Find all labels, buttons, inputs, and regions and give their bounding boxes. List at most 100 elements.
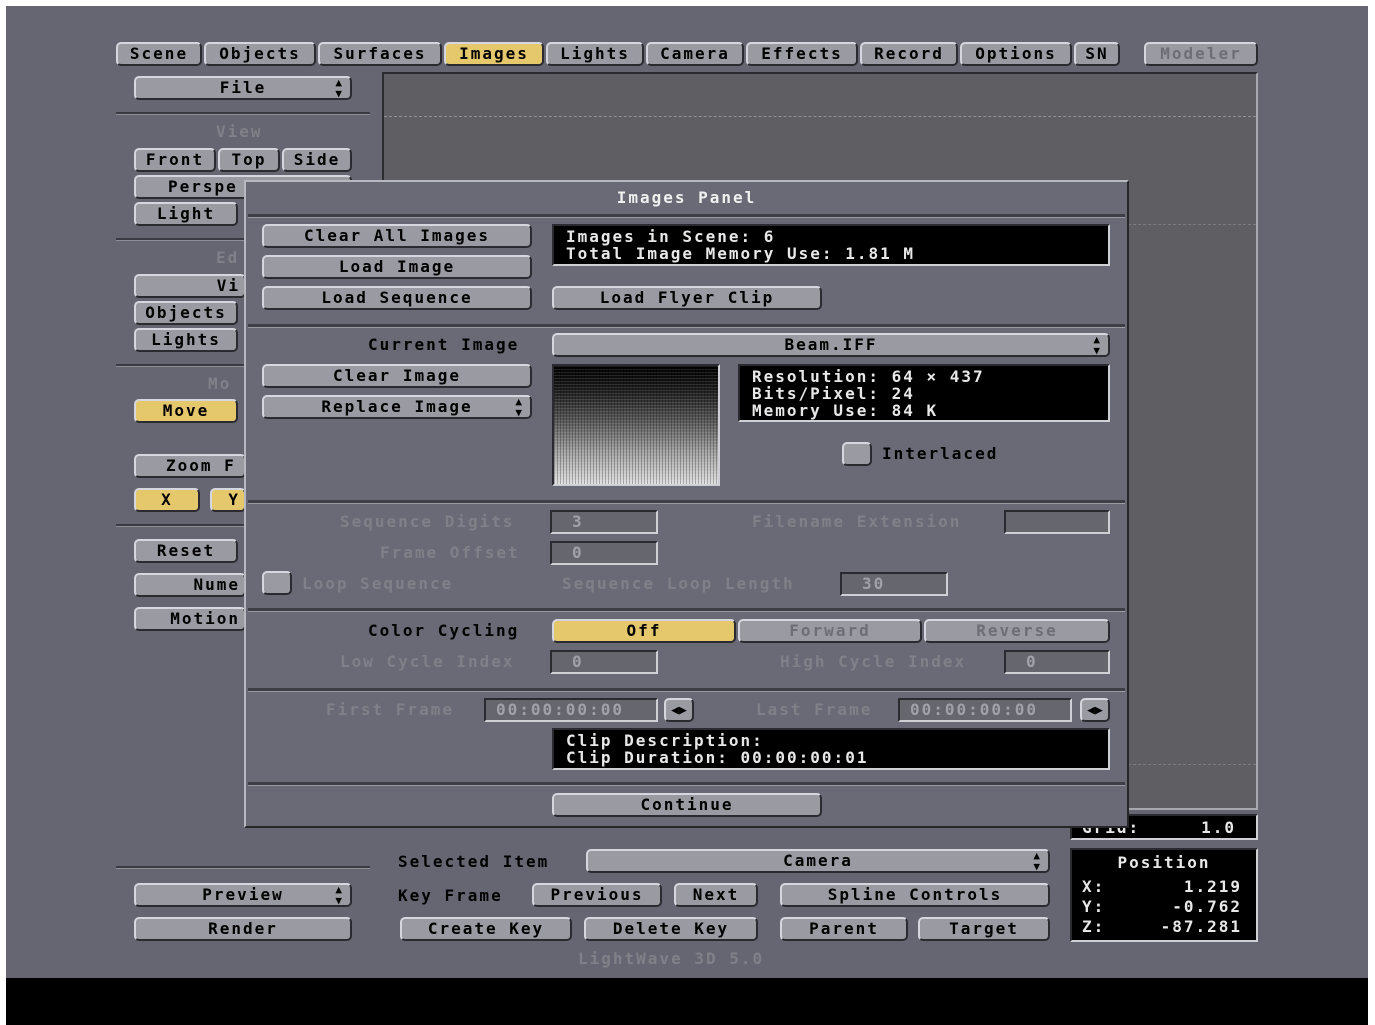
- current-image-label: Current Image: [368, 335, 520, 354]
- render-button[interactable]: Render: [134, 917, 352, 941]
- mode-label: Mo: [208, 374, 232, 393]
- file-label: File: [219, 78, 267, 97]
- delete-key-button[interactable]: Delete Key: [584, 917, 758, 941]
- view-top-button[interactable]: Top: [218, 148, 280, 172]
- panel-divider: [248, 214, 1125, 218]
- clear-image-button[interactable]: Clear Image: [262, 364, 532, 388]
- version-label: LightWave 3D 5.0: [578, 949, 765, 968]
- view-light-button[interactable]: Light: [134, 202, 238, 226]
- sequence-digits-field[interactable]: 3: [550, 510, 658, 534]
- clip-duration: Clip Duration: 00:00:00:01: [566, 748, 869, 767]
- target-button[interactable]: Target: [918, 917, 1050, 941]
- panel-divider: [248, 500, 1125, 504]
- reset-button[interactable]: Reset: [134, 539, 238, 563]
- color-cycling-off-button[interactable]: Off: [552, 619, 736, 643]
- grid-value: 1.0: [1201, 818, 1236, 837]
- low-cycle-index-field[interactable]: 0: [550, 650, 658, 674]
- current-image-value: Beam.IFF: [784, 335, 878, 354]
- selected-item-select[interactable]: Camera ▲ ▼: [586, 849, 1050, 873]
- images-in-scene: Images in Scene: 6: [566, 227, 776, 246]
- frame-offset-field[interactable]: 0: [550, 541, 658, 565]
- edit-lights-button[interactable]: Lights: [134, 328, 238, 352]
- view-side-button[interactable]: Side: [282, 148, 352, 172]
- loop-sequence-checkbox[interactable]: [262, 571, 292, 595]
- last-frame-field[interactable]: 00:00:00:00: [898, 698, 1072, 722]
- axis-x-button[interactable]: X: [134, 488, 200, 512]
- load-image-button[interactable]: Load Image: [262, 255, 532, 279]
- panel-divider: [248, 608, 1125, 612]
- view-label: View: [216, 122, 263, 141]
- load-sequence-button[interactable]: Load Sequence: [262, 286, 532, 310]
- clear-all-images-button[interactable]: Clear All Images: [262, 224, 532, 248]
- color-cycling-reverse-button[interactable]: Reverse: [924, 619, 1110, 643]
- continue-button[interactable]: Continue: [552, 793, 822, 817]
- replace-image-menu[interactable]: Replace Image ▲ ▼: [262, 395, 532, 419]
- clip-description: Clip Description:: [566, 731, 764, 750]
- color-cycling-forward-button[interactable]: Forward: [738, 619, 922, 643]
- high-cycle-index-field[interactable]: 0: [1004, 650, 1110, 674]
- edit-label: Ed: [216, 248, 240, 267]
- current-image-select[interactable]: Beam.IFF ▲ ▼: [552, 333, 1110, 357]
- interlaced-label: Interlaced: [882, 444, 999, 463]
- divider: [116, 238, 246, 241]
- preview-menu[interactable]: Preview ▲ ▼: [134, 883, 352, 907]
- image-resolution: Resolution: 64 × 437: [752, 367, 985, 386]
- edit-view-button[interactable]: Vi: [134, 274, 246, 298]
- updown-icon: ▲ ▼: [335, 76, 344, 100]
- sequence-digits-label: Sequence Digits: [340, 512, 515, 531]
- file-menu[interactable]: File ▲ ▼: [134, 76, 352, 100]
- updown-icon: ▲ ▼: [1093, 333, 1102, 357]
- position-readout: Position X: 1.219 Y: -0.762 Z: -87.281: [1070, 848, 1258, 942]
- mode-move-button[interactable]: Move: [134, 399, 238, 423]
- tab-camera[interactable]: Camera: [646, 42, 744, 66]
- first-frame-stepper-icon[interactable]: ◀▶: [664, 698, 694, 722]
- pos-y-label: Y:: [1082, 897, 1106, 916]
- next-key-button[interactable]: Next: [674, 883, 758, 907]
- create-key-button[interactable]: Create Key: [400, 917, 572, 941]
- axis-y-button[interactable]: Y: [210, 488, 246, 512]
- updown-icon: ▲ ▼: [1033, 849, 1042, 873]
- screen-bottom-border: [6, 978, 1368, 1025]
- sequence-loop-length-field[interactable]: 30: [840, 572, 948, 596]
- modeler-button[interactable]: Modeler: [1144, 42, 1258, 66]
- zoom-button[interactable]: Zoom F: [134, 454, 246, 478]
- interlaced-checkbox[interactable]: [842, 442, 872, 466]
- tab-objects[interactable]: Objects: [204, 42, 316, 66]
- updown-icon: ▲ ▼: [515, 395, 524, 419]
- panel-divider: [248, 688, 1125, 692]
- panel-divider: [248, 324, 1125, 328]
- tab-sn[interactable]: SN: [1074, 42, 1120, 66]
- pos-x-value: 1.219: [1183, 877, 1242, 896]
- pos-x-label: X:: [1082, 877, 1106, 896]
- tab-options[interactable]: Options: [960, 42, 1072, 66]
- tab-effects[interactable]: Effects: [746, 42, 858, 66]
- filename-extension-field[interactable]: [1004, 510, 1110, 534]
- scene-images-info: Images in Scene: 6 Total Image Memory Use…: [552, 224, 1110, 266]
- updown-icon: ▲ ▼: [335, 883, 344, 907]
- motion-graph-button[interactable]: Motion: [134, 607, 246, 631]
- image-bits-pixel: Bits/Pixel: 24: [752, 384, 915, 403]
- view-front-button[interactable]: Front: [134, 148, 216, 172]
- tab-surfaces[interactable]: Surfaces: [318, 42, 442, 66]
- filename-extension-label: Filename Extension: [752, 512, 962, 531]
- tab-scene[interactable]: Scene: [116, 42, 202, 66]
- numeric-button[interactable]: Nume: [134, 573, 246, 597]
- tab-record[interactable]: Record: [860, 42, 958, 66]
- low-cycle-index-label: Low Cycle Index: [340, 652, 515, 671]
- position-label: Position: [1117, 853, 1211, 872]
- load-flyer-clip-button[interactable]: Load Flyer Clip: [552, 286, 822, 310]
- first-frame-label: First Frame: [326, 700, 454, 719]
- last-frame-stepper-icon[interactable]: ◀▶: [1080, 698, 1110, 722]
- loop-sequence-label: Loop Sequence: [302, 574, 454, 593]
- image-thumbnail: [552, 364, 720, 486]
- divider: [116, 364, 246, 367]
- edit-objects-button[interactable]: Objects: [134, 301, 238, 325]
- sequence-loop-length-label: Sequence Loop Length: [562, 574, 795, 593]
- tab-images[interactable]: Images: [444, 42, 544, 66]
- parent-button[interactable]: Parent: [780, 917, 908, 941]
- spline-controls-button[interactable]: Spline Controls: [780, 883, 1050, 907]
- previous-key-button[interactable]: Previous: [532, 883, 662, 907]
- first-frame-field[interactable]: 00:00:00:00: [484, 698, 658, 722]
- tab-lights[interactable]: Lights: [546, 42, 644, 66]
- pos-z-label: Z:: [1082, 917, 1106, 936]
